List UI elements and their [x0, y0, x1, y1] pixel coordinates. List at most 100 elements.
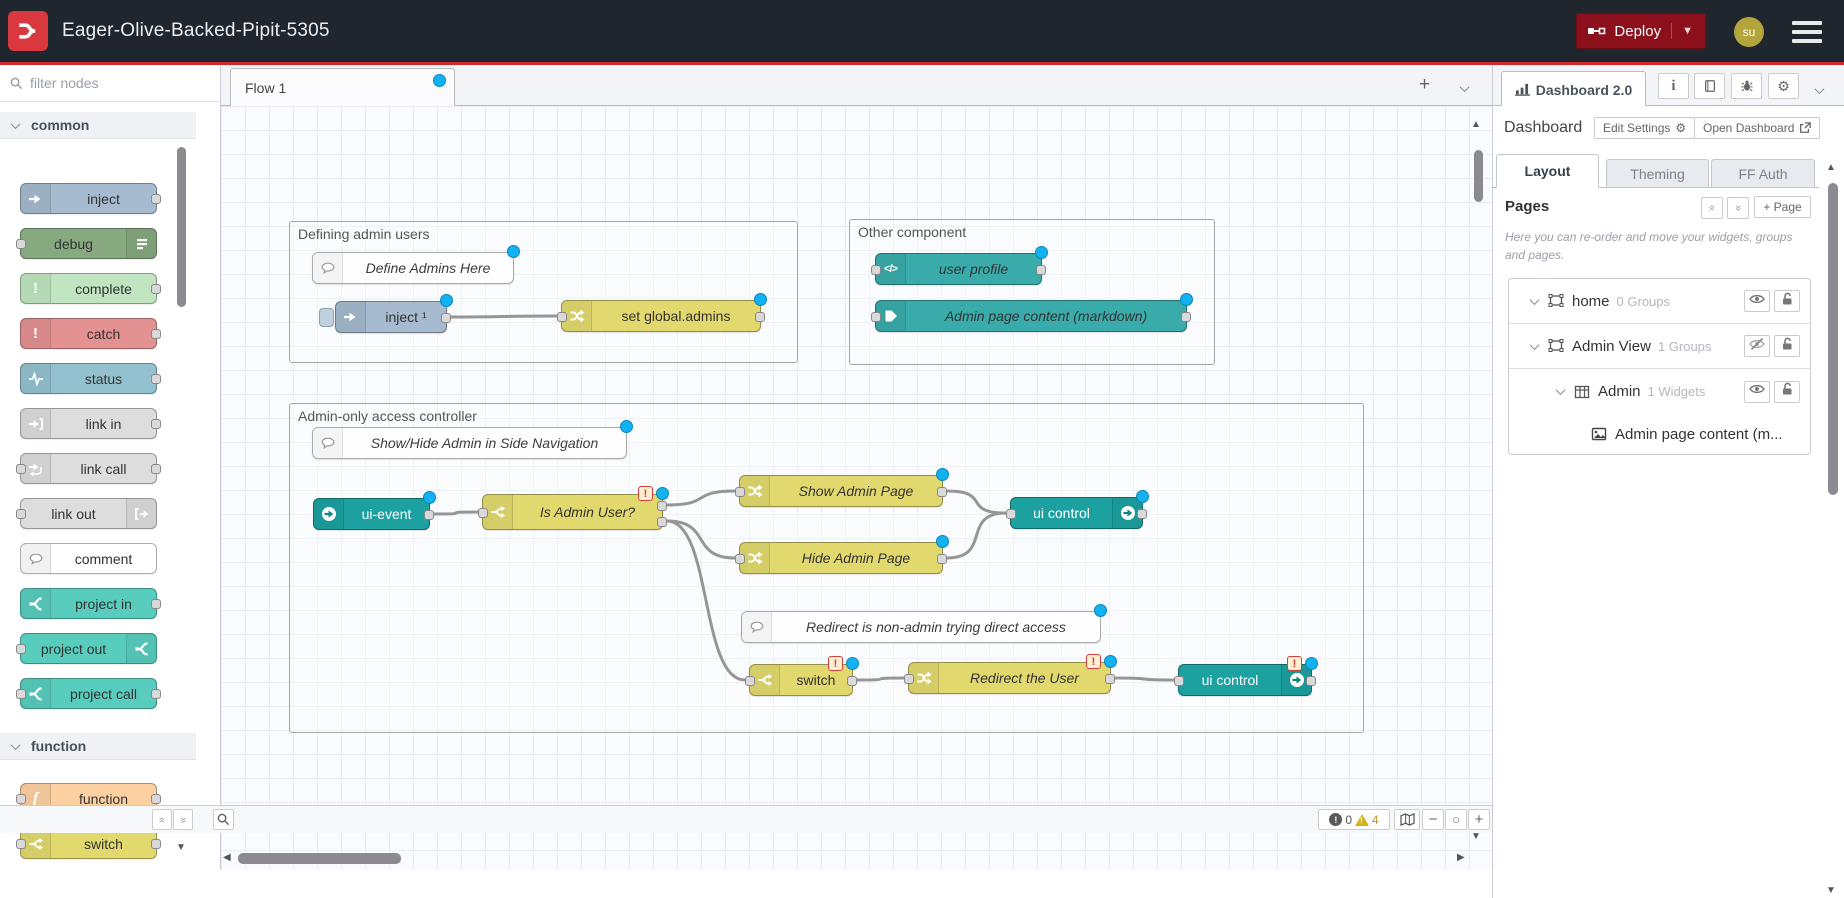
palette-node-status[interactable]: status: [20, 363, 157, 394]
palette-expand-button[interactable]: »: [173, 809, 193, 830]
flow-tab[interactable]: Flow 1: [230, 68, 455, 107]
node-redirect[interactable]: Redirect the User!: [908, 662, 1111, 694]
input-port[interactable]: [16, 839, 26, 849]
wire[interactable]: [667, 521, 735, 558]
wire[interactable]: [434, 512, 478, 514]
palette-node-link-out[interactable]: link out: [20, 498, 157, 529]
input-port[interactable]: [735, 554, 745, 564]
input-port[interactable]: [16, 239, 26, 249]
input-port[interactable]: [871, 312, 881, 322]
subtab-ff-auth[interactable]: FF Auth: [1711, 159, 1815, 188]
edit-settings-button[interactable]: Edit Settings⚙: [1594, 117, 1695, 139]
output-port-0[interactable]: [1105, 674, 1115, 684]
lock-toggle-button[interactable]: [1774, 290, 1800, 312]
sidebar-tab-dashboard[interactable]: Dashboard 2.0: [1501, 71, 1646, 107]
inject-trigger-button[interactable]: [319, 308, 334, 327]
node-uictl2[interactable]: ui control!: [1178, 664, 1312, 696]
node-switch2[interactable]: switch!: [749, 664, 853, 696]
lock-toggle-button[interactable]: [1774, 335, 1800, 357]
output-port-0[interactable]: [937, 554, 947, 564]
comment-node-c1[interactable]: Define Admins Here: [312, 252, 514, 284]
user-avatar[interactable]: su: [1734, 17, 1764, 47]
input-port[interactable]: [16, 689, 26, 699]
palette-node-project-in[interactable]: project in: [20, 588, 157, 619]
palette-node-complete[interactable]: !complete: [20, 273, 157, 304]
palette-search-input[interactable]: filter nodes: [0, 65, 220, 102]
input-port[interactable]: [904, 674, 914, 684]
input-port[interactable]: [16, 794, 26, 804]
node-tpl[interactable]: </>user profile: [875, 253, 1042, 285]
debug-tab-button[interactable]: [1731, 73, 1762, 99]
chevron-down-icon[interactable]: [1530, 295, 1540, 305]
deploy-options-caret[interactable]: ▼: [1671, 23, 1695, 39]
visibility-toggle-button[interactable]: [1744, 290, 1770, 312]
input-port[interactable]: [745, 676, 755, 686]
deploy-button[interactable]: Deploy ▼: [1576, 13, 1706, 49]
node-set1[interactable]: set global.admins: [561, 300, 761, 332]
palette-node-catch[interactable]: !catch: [20, 318, 157, 349]
output-port[interactable]: [151, 194, 161, 204]
sidebar-scrollbar[interactable]: [1828, 183, 1838, 495]
output-port-0[interactable]: [424, 510, 434, 520]
main-menu-button[interactable]: [1792, 21, 1822, 43]
input-port[interactable]: [16, 644, 26, 654]
palette-node-project-call[interactable]: project call: [20, 678, 157, 709]
output-port-0[interactable]: [441, 313, 451, 323]
output-port-0[interactable]: [847, 676, 857, 686]
output-port-0[interactable]: [937, 487, 947, 497]
palette-node-link-call[interactable]: link call: [20, 453, 157, 484]
add-flow-button[interactable]: +: [1419, 74, 1430, 96]
visibility-toggle-button[interactable]: [1744, 381, 1770, 403]
flow-list-caret[interactable]: [1461, 79, 1468, 97]
output-port-0[interactable]: [1137, 509, 1147, 519]
subtab-layout[interactable]: Layout: [1496, 154, 1599, 188]
tree-row-home[interactable]: home0 Groups: [1509, 279, 1810, 324]
wire[interactable]: [947, 513, 1006, 558]
open-dashboard-button[interactable]: Open Dashboard: [1694, 117, 1820, 139]
palette-scrollbar[interactable]: [177, 147, 186, 307]
tree-row-admin[interactable]: Admin1 Widgets: [1509, 369, 1810, 414]
node-hide[interactable]: Hide Admin Page: [739, 542, 943, 574]
output-port-0[interactable]: [1181, 312, 1191, 322]
palette-node-debug[interactable]: debug: [20, 228, 157, 259]
sidebar-tabs-caret[interactable]: [1816, 81, 1823, 99]
input-port[interactable]: [1174, 676, 1184, 686]
wire[interactable]: [947, 491, 1006, 513]
output-port[interactable]: [151, 329, 161, 339]
output-port[interactable]: [151, 464, 161, 474]
palette-scroll-down-icon[interactable]: ▼: [176, 843, 186, 853]
chevron-down-icon[interactable]: [1530, 340, 1540, 350]
palette-category-common[interactable]: common: [0, 112, 196, 139]
output-port-0[interactable]: [1036, 265, 1046, 275]
tree-row-admin-view[interactable]: Admin View1 Groups: [1509, 324, 1810, 369]
output-port-0[interactable]: [755, 312, 765, 322]
expand-all-button[interactable]: »: [1727, 197, 1749, 219]
output-port[interactable]: [151, 419, 161, 429]
lock-toggle-button[interactable]: [1774, 381, 1800, 403]
output-port-0[interactable]: [657, 501, 667, 511]
input-port[interactable]: [16, 509, 26, 519]
subtab-theming[interactable]: Theming: [1606, 159, 1709, 188]
info-tab-button[interactable]: i: [1658, 73, 1689, 99]
visibility-toggle-button[interactable]: [1744, 335, 1770, 357]
wire[interactable]: [451, 316, 557, 317]
node-uievent[interactable]: ui-event: [313, 498, 430, 530]
sidebar-scroll-up-icon[interactable]: ▲: [1826, 163, 1836, 173]
node-inject1[interactable]: inject ¹: [335, 301, 447, 333]
output-port[interactable]: [151, 599, 161, 609]
palette-collapse-button[interactable]: »: [152, 809, 172, 830]
collapse-all-button[interactable]: »: [1701, 197, 1723, 219]
wire[interactable]: [667, 491, 735, 505]
palette-node-link-in[interactable]: link in: [20, 408, 157, 439]
palette-node-inject[interactable]: inject: [20, 183, 157, 214]
sidebar-scroll-down-icon[interactable]: ▼: [1826, 886, 1836, 896]
palette-node-project-out[interactable]: project out: [20, 633, 157, 664]
input-port[interactable]: [478, 508, 488, 518]
input-port[interactable]: [871, 265, 881, 275]
flow-canvas[interactable]: ▲ ▼ ◀ ▶ Defining admin usersOther compon…: [221, 106, 1492, 870]
comment-node-c4[interactable]: Redirect is non-admin trying direct acce…: [741, 611, 1101, 643]
output-port[interactable]: [151, 689, 161, 699]
output-port[interactable]: [151, 794, 161, 804]
config-tab-button[interactable]: ⚙: [1768, 73, 1799, 99]
output-port[interactable]: [151, 839, 161, 849]
